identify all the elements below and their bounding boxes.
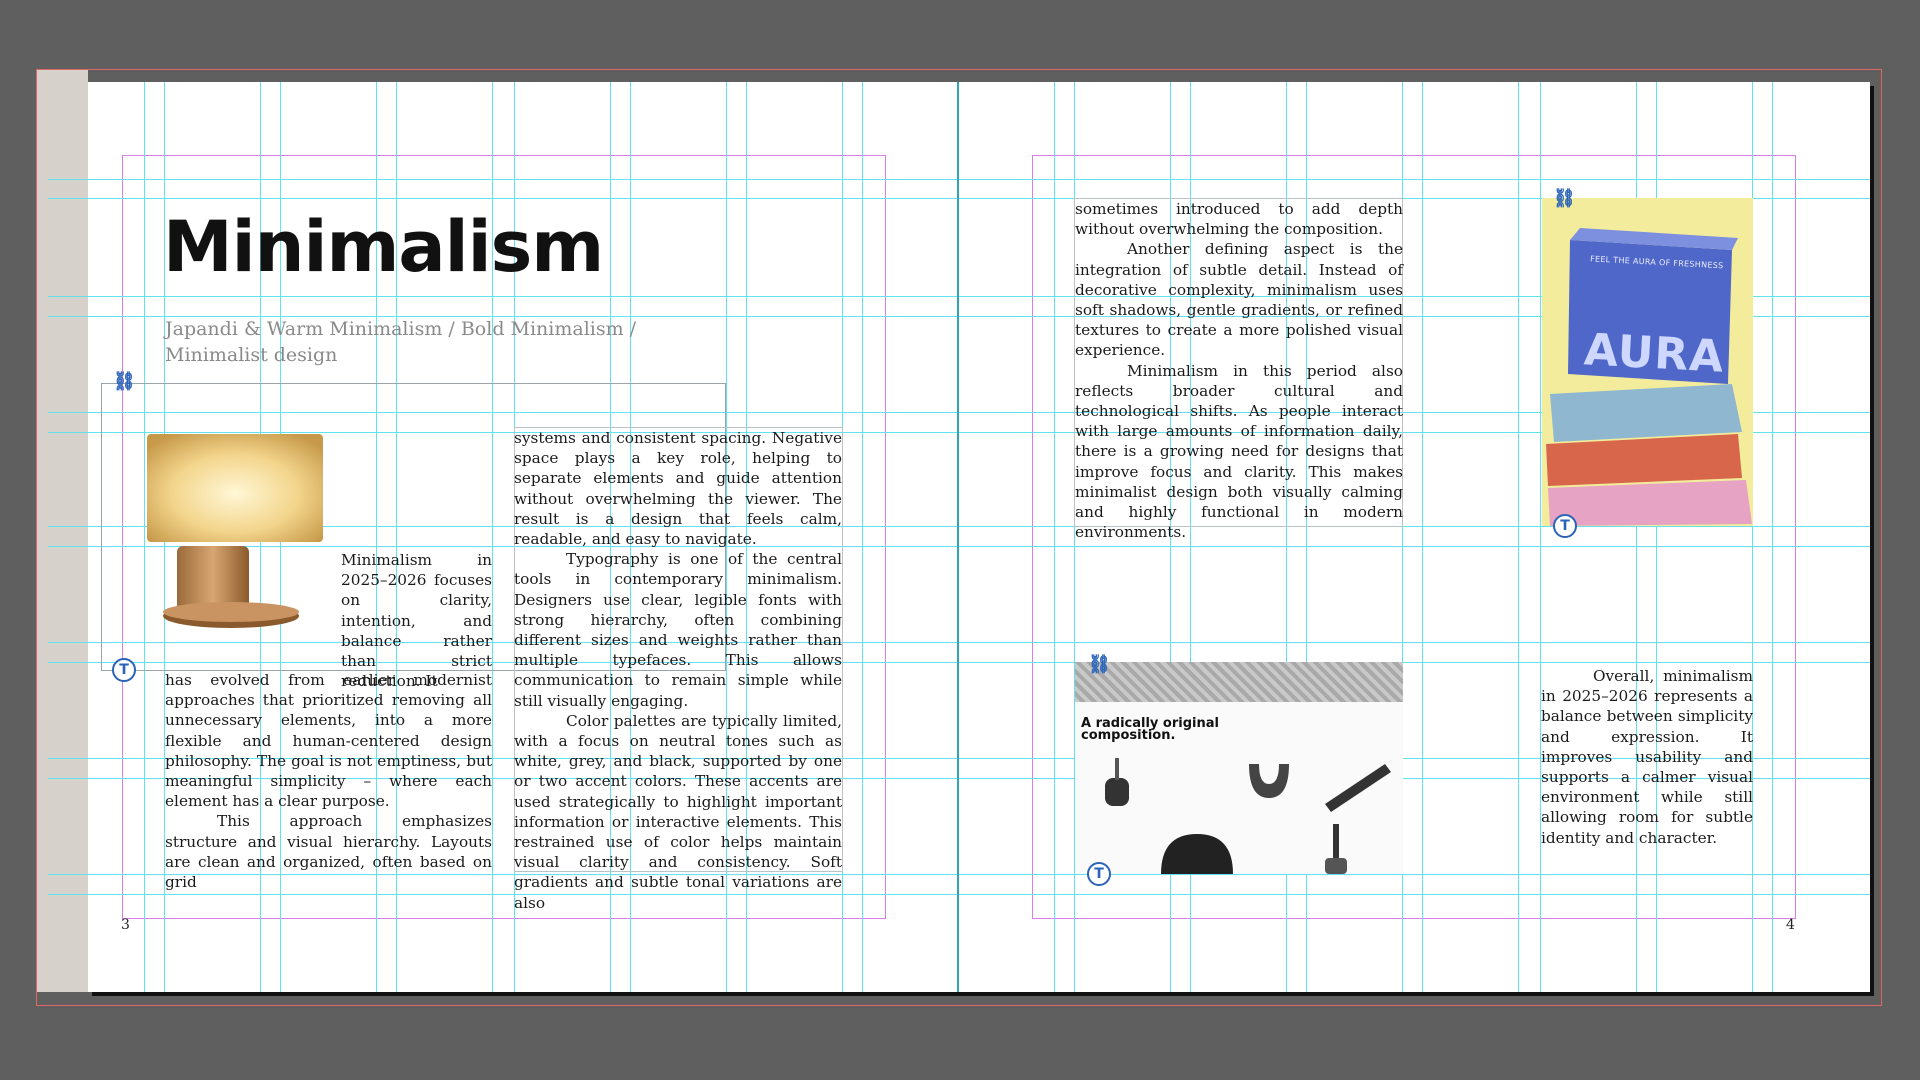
- vertical-guide: [1518, 82, 1519, 992]
- lamp-illustration: [147, 434, 323, 628]
- spine-guide: [957, 82, 959, 992]
- paragraph: sometimes introduced to add depth withou…: [1075, 200, 1403, 239]
- left-column-1[interactable]: has evolved from earlier modernist appro…: [165, 670, 492, 892]
- link-icon[interactable]: ⛓: [113, 373, 136, 391]
- poster-brand: AURA: [1582, 324, 1726, 383]
- composition-headline: A radically original composition.: [1081, 716, 1219, 743]
- vertical-guide: [1540, 82, 1541, 992]
- right-column-2[interactable]: Overall, minimalism in 2025–2026 represe…: [1541, 666, 1753, 848]
- page-number: 3: [121, 917, 130, 933]
- horizontal-guide: [48, 179, 1870, 180]
- vertical-guide: [862, 82, 863, 992]
- pasteboard-strip: [37, 70, 88, 992]
- texture-strip: [1075, 662, 1403, 702]
- paragraph: Another defining aspect is the integrati…: [1075, 240, 1403, 360]
- paragraph: systems and consistent spacing. Negative…: [514, 429, 842, 549]
- vertical-guide: [1422, 82, 1423, 992]
- paragraph: has evolved from earlier modernist appro…: [165, 671, 492, 811]
- link-icon[interactable]: ⛓: [1553, 190, 1576, 208]
- text-frame-icon[interactable]: T: [1087, 862, 1111, 886]
- subtitle[interactable]: Japandi & Warm Minimalism / Bold Minimal…: [165, 316, 685, 368]
- left-column-2[interactable]: systems and consistent spacing. Negative…: [514, 428, 842, 913]
- link-icon[interactable]: ⛓: [1088, 656, 1111, 674]
- vertical-guide: [1054, 82, 1055, 992]
- composition-image[interactable]: A radically original composition.: [1075, 662, 1403, 874]
- paragraph: Typography is one of the central tools i…: [514, 550, 842, 710]
- lamp-image[interactable]: [147, 434, 327, 634]
- page-number: 4: [1786, 917, 1795, 933]
- vertical-guide: [1772, 82, 1773, 992]
- product-thumbnails: [1105, 758, 1391, 874]
- paragraph: This approach emphasizes structure and v…: [165, 812, 492, 892]
- paragraph: Minimalism in this period also reflects …: [1075, 361, 1403, 542]
- right-column-1[interactable]: sometimes introduced to add depth withou…: [1075, 199, 1403, 542]
- poster-image[interactable]: FEEL THE AURA OF FRESHNESS AURA: [1542, 198, 1753, 526]
- page-title[interactable]: Minimalism: [163, 206, 604, 288]
- text-frame-icon[interactable]: T: [112, 658, 136, 682]
- horizontal-guide: [48, 894, 1870, 895]
- text-frame-icon[interactable]: T: [1553, 514, 1577, 538]
- paragraph: Color palettes are typically limited, wi…: [514, 711, 842, 912]
